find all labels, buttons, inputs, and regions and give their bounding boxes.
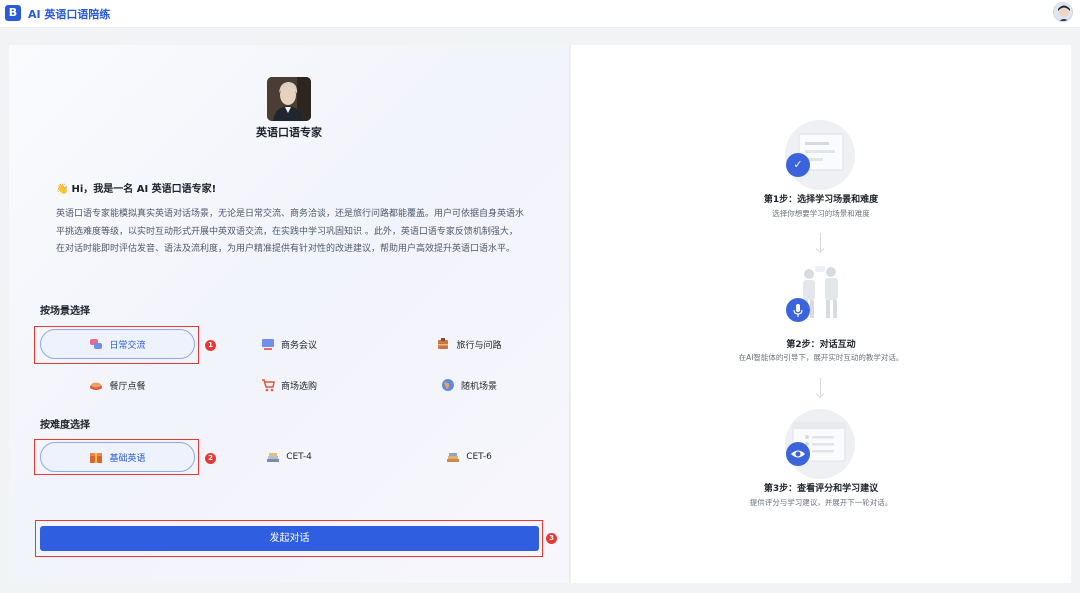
difficulty-option-label: CET-4 [286, 452, 312, 462]
scene-option-label: 随机场景 [460, 381, 497, 392]
scene-option-business[interactable]: 商务会议 [219, 329, 359, 359]
steps-panel: ✓ 第1步：选择学习场景和难度 选择你想要学习的场景和难度 第2步：对话互动 在… [571, 45, 1071, 583]
difficulty-option-cet4[interactable]: CET-4 [219, 442, 359, 472]
book-stack-icon [267, 453, 280, 462]
check-icon: ✓ [786, 153, 810, 177]
difficulty-section-title: 按难度选择 [40, 420, 90, 431]
top-bar: B AI 英语口语陪练 [0, 0, 1080, 28]
eye-icon [786, 442, 810, 466]
step-3-desc: 提供评分与学习建议，并展开下一轮对话。 [749, 498, 893, 507]
intro-text: 英语口语专家能模拟真实英语对话场景，无论是日常交流、商务洽谈，还是旅行问路都能覆… [56, 209, 525, 254]
step-2-desc: 在AI智能体的引导下，展开实时互动的教学对话。 [738, 353, 904, 362]
annotation-badge-2: 2 [205, 453, 216, 464]
app-title: AI 英语口语陪练 [28, 8, 111, 21]
wave-emoji-icon: 👋 [56, 184, 69, 195]
microphone-icon [786, 298, 810, 322]
scene-option-label: 商务会议 [280, 340, 317, 351]
scene-option-label: 商场选购 [280, 381, 317, 392]
scene-option-label: 旅行与问路 [456, 340, 502, 351]
scene-option-random[interactable]: 随机场景 [399, 370, 539, 400]
scene-option-shopping[interactable]: 商场选购 [219, 370, 359, 400]
annotation-badge-3: 3 [546, 533, 557, 544]
scene-option-daily[interactable]: 日常交流 [40, 329, 195, 359]
annotation-badge-1: 1 [205, 340, 216, 351]
greeting: 👋 Hi，我是一名 AI 英语口语专家! [56, 180, 216, 195]
scene-option-label: 餐厅点餐 [109, 381, 146, 392]
step-3-title: 第3步：查看评分和学习建议 [763, 484, 879, 494]
scene-option-travel[interactable]: 旅行与问路 [399, 329, 539, 359]
difficulty-option-basic[interactable]: 基础英语 [40, 442, 195, 472]
meeting-icon [261, 339, 274, 350]
gift-box-icon [90, 453, 103, 463]
difficulty-option-cet6[interactable]: CET-6 [399, 442, 539, 472]
expert-portrait-icon [267, 77, 311, 121]
arrow-down-icon [820, 233, 821, 251]
shopping-cart-icon [261, 379, 275, 392]
travel-icon [438, 338, 449, 349]
user-avatar-icon [1054, 3, 1072, 21]
scene-section-title: 按场景选择 [40, 306, 90, 317]
chat-bubbles-icon [90, 339, 103, 349]
app-logo[interactable]: B [5, 5, 21, 21]
setup-panel: 英语口语专家 👋 Hi，我是一名 AI 英语口语专家! 英语口语专家能模拟真实英语… [9, 45, 570, 583]
step-1-title: 第1步：选择学习场景和难度 [763, 195, 879, 205]
user-avatar[interactable] [1053, 2, 1073, 22]
expert-avatar [267, 77, 311, 121]
step-2-title: 第2步：对话互动 [786, 340, 856, 350]
food-icon [90, 382, 103, 390]
step-1-desc: 选择你想要学习的场景和难度 [772, 209, 870, 218]
difficulty-option-label: 基础英语 [109, 453, 146, 464]
globe-icon [441, 379, 454, 391]
difficulty-option-label: CET-6 [466, 452, 492, 462]
greeting-text: Hi，我是一名 AI 英语口语专家! [71, 184, 217, 195]
start-conversation-button[interactable]: 发起对话 [40, 526, 539, 551]
arrow-down-icon [820, 378, 821, 396]
expert-name: 英语口语专家 [256, 126, 322, 139]
scene-option-label: 日常交流 [109, 340, 146, 351]
books-icon [447, 453, 460, 462]
scene-option-restaurant[interactable]: 餐厅点餐 [40, 370, 195, 400]
